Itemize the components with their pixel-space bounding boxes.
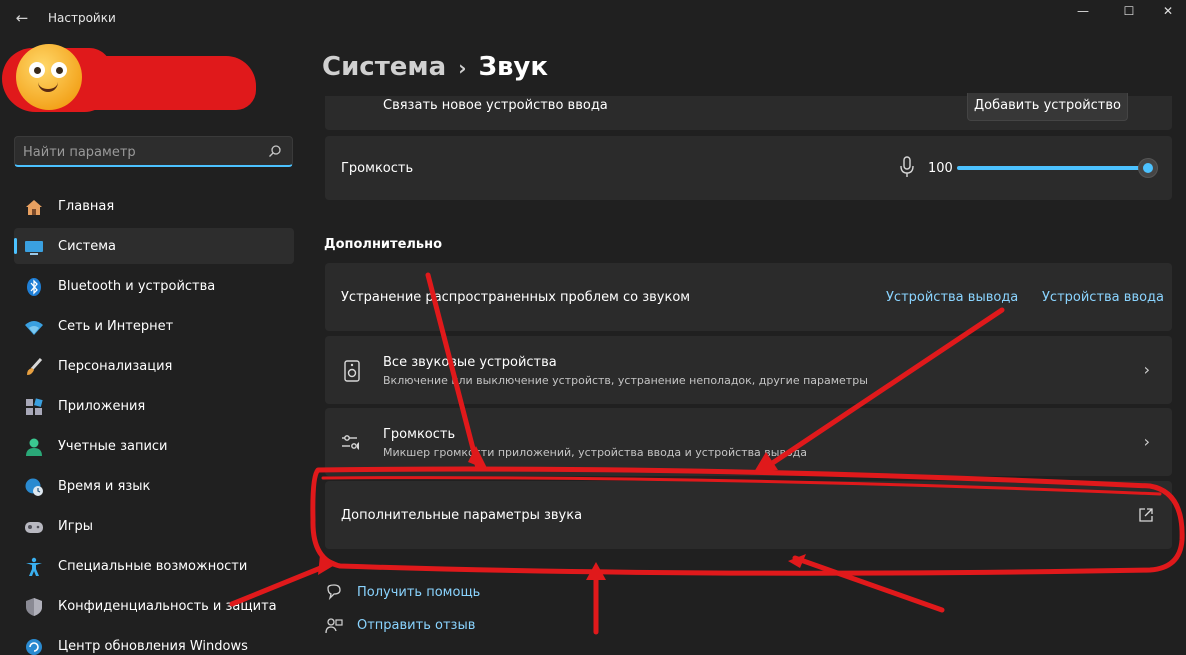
shield-icon — [24, 597, 44, 617]
sidebar-item-label: Время и язык — [58, 479, 151, 494]
sidebar-item-privacy[interactable]: Конфиденциальность и защита — [14, 588, 294, 624]
microphone-icon[interactable] — [899, 156, 915, 178]
chevron-right-icon: › — [458, 56, 467, 80]
chevron-right-icon: › — [1143, 360, 1150, 379]
more-sound-settings-card[interactable]: Дополнительные параметры звука — [325, 481, 1172, 549]
all-sound-devices-title: Все звуковые устройства — [383, 355, 557, 370]
avatar-mouth — [38, 82, 58, 92]
sidebar-item-label: Персонализация — [58, 359, 173, 374]
output-devices-link[interactable]: Устройства вывода — [886, 290, 1018, 305]
avatar-eye — [29, 62, 45, 78]
sidebar-item-personalization[interactable]: Персонализация — [14, 348, 294, 384]
account-icon — [24, 437, 44, 457]
annotation-arrowhead — [788, 554, 806, 568]
sidebar-nav: Главная Система Bluetooth и устройства С… — [14, 188, 294, 655]
sidebar-item-label: Bluetooth и устройства — [58, 279, 216, 294]
pair-input-device-card: Связать новое устройство ввода Добавить … — [325, 93, 1172, 130]
troubleshoot-label: Устранение распространенных проблем со з… — [341, 290, 691, 305]
maximize-button[interactable]: ☐ — [1106, 0, 1152, 26]
sidebar-item-apps[interactable]: Приложения — [14, 388, 294, 424]
sidebar-item-accounts[interactable]: Учетные записи — [14, 428, 294, 464]
volume-label: Громкость — [341, 161, 414, 176]
update-icon — [24, 637, 44, 655]
search-box[interactable] — [14, 136, 293, 167]
sidebar-item-label: Центр обновления Windows — [58, 639, 248, 654]
add-device-button[interactable]: Добавить устройство — [967, 93, 1128, 121]
volume-mixer-subtitle: Микшер громкости приложений, устройства … — [383, 446, 808, 459]
help-icon — [325, 584, 343, 602]
search-input[interactable] — [23, 141, 263, 163]
volume-value: 100 — [928, 161, 953, 176]
home-icon — [24, 197, 44, 217]
more-sound-settings-label: Дополнительные параметры звука — [341, 508, 583, 523]
sidebar-item-label: Приложения — [58, 399, 146, 414]
redaction-mark — [62, 56, 256, 110]
volume-mixer-card[interactable]: Громкость Микшер громкости приложений, у… — [325, 408, 1172, 476]
sidebar-item-time-language[interactable]: Время и язык — [14, 468, 294, 504]
sidebar-item-network[interactable]: Сеть и Интернет — [14, 308, 294, 344]
sidebar-item-label: Игры — [58, 519, 94, 534]
brush-icon — [24, 357, 44, 377]
all-sound-devices-card[interactable]: Все звуковые устройства Включение или вы… — [325, 336, 1172, 404]
feedback-icon — [325, 617, 343, 635]
volume-mixer-title: Громкость — [383, 427, 456, 442]
troubleshoot-card: Устранение распространенных проблем со з… — [325, 263, 1172, 331]
wifi-icon — [24, 317, 44, 337]
sidebar-item-home[interactable]: Главная — [14, 188, 294, 224]
sidebar-item-windows-update[interactable]: Центр обновления Windows — [14, 628, 294, 655]
all-sound-devices-subtitle: Включение или выключение устройств, устр… — [383, 374, 868, 387]
open-external-icon — [1138, 507, 1154, 523]
avatar-eye — [51, 62, 67, 78]
volume-slider-track[interactable] — [957, 166, 1147, 170]
sidebar-item-label: Специальные возможности — [58, 559, 248, 574]
annotation-arrowhead — [586, 562, 606, 580]
sidebar-item-label: Система — [58, 239, 117, 254]
send-feedback-link[interactable]: Отправить отзыв — [357, 618, 475, 633]
app-title: Настройки — [48, 11, 116, 25]
pair-input-device-label: Связать новое устройство ввода — [383, 98, 608, 113]
bluetooth-icon — [24, 277, 44, 297]
avatar[interactable] — [16, 44, 82, 110]
mixer-sliders-icon — [341, 432, 363, 454]
sidebar-item-gaming[interactable]: Игры — [14, 508, 294, 544]
sidebar-item-label: Главная — [58, 199, 115, 214]
speaker-icon — [344, 360, 360, 382]
input-devices-link[interactable]: Устройства ввода — [1042, 290, 1164, 305]
globe-clock-icon — [24, 477, 44, 497]
section-title-advanced: Дополнительно — [324, 237, 443, 252]
accessibility-icon — [24, 557, 44, 577]
annotation-arrow — [792, 555, 945, 613]
sidebar-item-label: Сеть и Интернет — [58, 319, 174, 334]
sidebar-item-accessibility[interactable]: Специальные возможности — [14, 548, 294, 584]
chevron-right-icon: › — [1143, 432, 1150, 451]
title-bar: ← Настройки — ☐ ✕ — [0, 0, 1186, 36]
page-title: Звук — [478, 52, 548, 82]
gamepad-icon — [24, 517, 44, 537]
sidebar-item-system[interactable]: Система — [14, 228, 294, 264]
apps-icon — [24, 397, 44, 417]
monitor-icon — [24, 237, 44, 257]
minimize-button[interactable]: — — [1060, 0, 1106, 26]
sidebar-item-label: Учетные записи — [58, 439, 168, 454]
search-icon[interactable] — [268, 144, 282, 158]
breadcrumb-parent[interactable]: Система — [322, 52, 446, 82]
breadcrumb: Система › Звук — [322, 52, 548, 82]
annotation-arrowhead — [318, 555, 338, 575]
volume-slider-thumb[interactable] — [1138, 158, 1158, 178]
back-arrow-icon[interactable]: ← — [10, 8, 34, 28]
close-button[interactable]: ✕ — [1150, 0, 1186, 26]
get-help-link[interactable]: Получить помощь — [357, 585, 480, 600]
sidebar-item-bluetooth[interactable]: Bluetooth и устройства — [14, 268, 294, 304]
sidebar-item-label: Конфиденциальность и защита — [58, 599, 277, 614]
